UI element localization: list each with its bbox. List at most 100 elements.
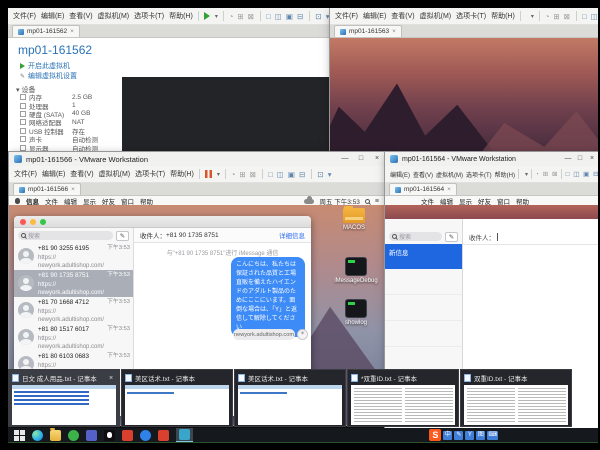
close-button[interactable]: ×: [369, 152, 385, 166]
violet-app-icon[interactable]: [86, 430, 97, 441]
menu-view[interactable]: 查看(V): [413, 170, 433, 179]
menu-file[interactable]: 文件(F): [14, 169, 37, 179]
thumbnail-notepad[interactable]: 美区话术.txt - 记事本: [121, 369, 233, 427]
red-app-icon-2[interactable]: [158, 430, 169, 441]
thumbnail-preview[interactable]: [125, 385, 229, 425]
menu-vm[interactable]: 虚拟机(M): [436, 170, 463, 179]
tab-close-icon[interactable]: ×: [71, 186, 75, 193]
view-layout-icons-group[interactable]: □ ◫ ▣ ⊟: [565, 170, 598, 178]
menu-file[interactable]: 文件(F): [13, 11, 36, 21]
recipient-header[interactable]: 收件人：: [463, 229, 598, 245]
snapshot-icons-group[interactable]: ◔ ⊞ ⊠: [545, 12, 571, 21]
close-button[interactable]: ×: [586, 152, 598, 166]
view-layout-icons-group[interactable]: □ ◫ ▣ ⊟: [268, 170, 306, 179]
power-play-icon[interactable]: [204, 12, 210, 20]
to-value[interactable]: +81 90 1735 8751: [166, 232, 219, 239]
power-caret-icon[interactable]: ▾: [217, 171, 220, 178]
compose-button[interactable]: ✎: [445, 232, 458, 242]
tab-close-icon[interactable]: ×: [392, 28, 396, 35]
menu-vm[interactable]: 虚拟机(M): [98, 11, 130, 21]
keyboard-icon[interactable]: ⌨: [487, 431, 498, 440]
unity-icon[interactable]: ⊡ ▾: [315, 12, 330, 21]
snapshot-icons-group[interactable]: ◔ ⊞ ⊠: [535, 170, 558, 178]
power-on-link[interactable]: 开启此虚拟机: [20, 61, 70, 71]
menu-tabs[interactable]: 选项卡(T): [466, 170, 492, 179]
details-link[interactable]: 详细信息: [279, 230, 305, 240]
tab-mp01-161563[interactable]: mp01-161563 ×: [334, 25, 402, 37]
tab-mp01-161566[interactable]: mp01-161566 ×: [13, 183, 81, 195]
sogou-input-icon[interactable]: S: [429, 429, 441, 441]
desktop-icon-imessagedebug[interactable]: iMessageDebug: [329, 257, 383, 284]
minimize-traffic-light[interactable]: [30, 219, 36, 225]
symbol-icon[interactable]: Y: [465, 431, 474, 440]
link-preview-pill[interactable]: newyork.adultishop.com: [233, 329, 295, 340]
menu-view[interactable]: 查看(V): [69, 11, 92, 21]
handwriting-icon[interactable]: ✎: [454, 431, 463, 440]
picture-icon[interactable]: 图: [476, 431, 485, 440]
unity-icon[interactable]: ⊡ ▾: [317, 170, 332, 179]
device-row[interactable]: 显示器自动检测: [20, 143, 98, 151]
file-explorer-icon[interactable]: [50, 430, 61, 441]
power-caret-icon[interactable]: ▾: [531, 13, 534, 20]
edge-browser-icon[interactable]: [32, 430, 43, 441]
vm-screen-preview[interactable]: [122, 77, 330, 152]
menu-tabs[interactable]: 选项卡(T): [135, 169, 165, 179]
red-app-icon[interactable]: [122, 430, 133, 441]
menu-view[interactable]: 查看(V): [391, 11, 414, 21]
window-titlebar[interactable]: mp01-161566 - VMware Workstation — □ ×: [9, 152, 385, 166]
thumbnail-notepad[interactable]: *双重ID.txt - 记事本: [347, 369, 459, 427]
menu-tabs[interactable]: 选项卡(T): [134, 11, 164, 21]
thumbnail-notepad[interactable]: 双重ID.txt - 记事本: [460, 369, 572, 427]
menu-help[interactable]: 帮助(H): [495, 170, 515, 179]
maximize-button[interactable]: □: [574, 152, 586, 166]
thumbnail-notepad[interactable]: 美区话术.txt - 记事本: [234, 369, 346, 427]
conversation-row[interactable]: +81 70 1668 4712下午3:53 https:// newyork.…: [14, 297, 133, 324]
menu-vm[interactable]: 虚拟机(M): [99, 169, 131, 179]
close-traffic-light[interactable]: [20, 219, 26, 225]
conversation-row[interactable]: +81 90 3255 6195下午3:53 https:// newyork.…: [14, 243, 133, 270]
cloud-sync-icon[interactable]: [304, 199, 314, 204]
menu-help[interactable]: 帮助(H): [170, 169, 194, 179]
notification-center-icon[interactable]: ≡: [375, 198, 379, 205]
thumbnail-preview[interactable]: [12, 385, 116, 425]
blue-circle-app-icon[interactable]: [140, 430, 151, 441]
menu-edit[interactable]: 编辑(E): [363, 11, 386, 21]
snapshot-icons-group[interactable]: ◔ ⊞ ⊠: [229, 12, 255, 21]
menu-help[interactable]: 帮助(H): [169, 11, 193, 21]
input-mode-icon[interactable]: 中: [443, 431, 452, 440]
pause-icon[interactable]: [205, 170, 212, 178]
tab-close-icon[interactable]: ×: [447, 186, 451, 193]
start-button[interactable]: [14, 430, 25, 441]
new-message-row-selected[interactable]: 新信息: [385, 244, 462, 269]
menu-edit[interactable]: 编辑(E): [390, 170, 410, 179]
apple-app-icon[interactable]: [104, 430, 115, 441]
menu-edit[interactable]: 编辑(E): [42, 169, 65, 179]
tab-close-icon[interactable]: ×: [70, 28, 74, 35]
view-layout-icons-group[interactable]: □ ◫ ▣ ⊟: [266, 12, 304, 21]
power-caret-icon[interactable]: ▾: [215, 13, 218, 20]
thumbnail-preview[interactable]: [351, 385, 455, 425]
compose-button[interactable]: ✎: [116, 231, 129, 241]
menu-edit[interactable]: 编辑(E): [41, 11, 64, 21]
green-app-icon[interactable]: [68, 430, 79, 441]
desktop-icon-showlog[interactable]: showlog: [329, 299, 383, 326]
maximize-button[interactable]: □: [353, 152, 369, 166]
thumbnail-preview[interactable]: [464, 385, 568, 425]
thumbnail-notepad[interactable]: 日文 成人用品.txt - 记事本 ×: [8, 369, 120, 427]
power-caret-icon[interactable]: ▾: [525, 171, 528, 178]
menu-view[interactable]: 查看(V): [70, 169, 93, 179]
tab-mp01-161564[interactable]: mp01-161564 ×: [389, 183, 457, 195]
desktop-icon-macos[interactable]: MACOS: [327, 208, 381, 231]
menu-tabs[interactable]: 选项卡(T): [456, 11, 486, 21]
window-titlebar[interactable]: mp01-161564 - VMware Workstation — □ ×: [385, 152, 598, 166]
menu-file[interactable]: 文件(F): [335, 11, 358, 21]
thumbnail-close-icon[interactable]: ×: [106, 375, 116, 382]
minimize-button[interactable]: —: [337, 152, 353, 166]
thumbnail-preview[interactable]: [238, 385, 342, 425]
search-input[interactable]: 搜索: [389, 232, 442, 241]
search-input[interactable]: 搜索: [18, 231, 113, 240]
menu-help[interactable]: 帮助(H): [491, 11, 515, 21]
sent-message-bubble[interactable]: こんにちは、私たちは保証された品質と工場直販を備えたハイエンドのアダルト製品のた…: [231, 257, 305, 337]
minimize-button[interactable]: —: [562, 152, 574, 166]
view-layout-icons-group[interactable]: □ ◫ ▣ ⊟: [582, 12, 598, 21]
